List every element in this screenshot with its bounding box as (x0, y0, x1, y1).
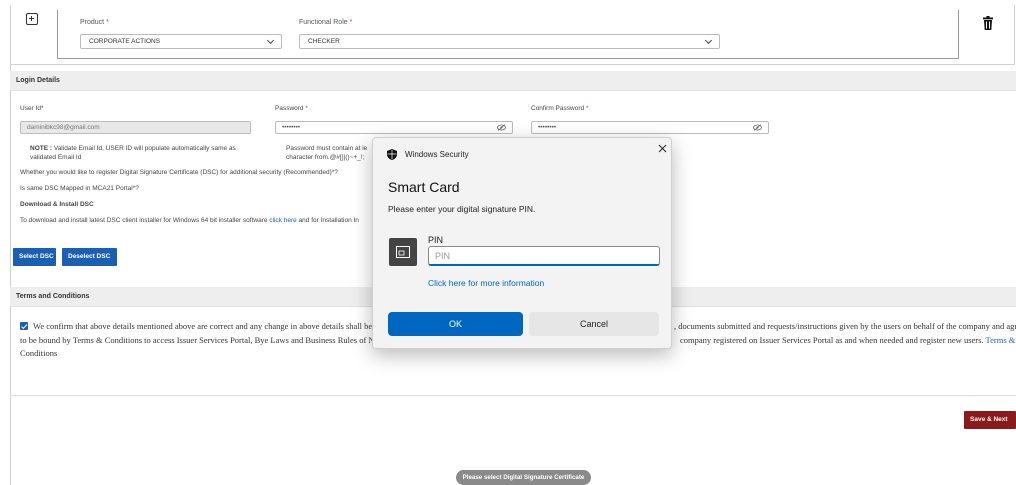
confirm-password-input[interactable]: •••••••• (531, 121, 769, 134)
mca-mapping-question: Is same DSC Mapped in MCA21 Portal*? (20, 185, 139, 192)
pin-label: PIN (428, 235, 444, 245)
pin-input[interactable]: PIN (428, 246, 660, 266)
product-label: Product * (80, 19, 109, 26)
terms-text-line2-left: to be bound by Terms & Conditions to acc… (20, 335, 375, 345)
ok-button[interactable]: OK (388, 312, 523, 336)
download-dsc-text: To download and install latest DSC clien… (20, 217, 359, 224)
terms-checkbox[interactable] (20, 322, 28, 330)
smart-card-icon (389, 238, 417, 266)
dialog-title: Windows Security (405, 150, 469, 159)
user-id-input: daminibkc98@gmail.com (20, 121, 251, 134)
dsc-required-toast: Please select Digital Signature Certific… (456, 470, 591, 485)
trash-icon[interactable] (983, 16, 993, 30)
deselect-dsc-button[interactable]: Deselect DSC (62, 248, 117, 266)
terms-text-line1-left: We confirm that above details mentioned … (33, 321, 377, 331)
user-id-label: User Id* (20, 105, 44, 112)
functional-role-label: Functional Role * (299, 19, 353, 26)
chevron-down-icon (266, 36, 275, 45)
download-dsc-heading: Download & Install DSC (20, 201, 94, 208)
dsc-register-question: Whether you would like to register Digit… (20, 169, 338, 176)
divider (10, 395, 1016, 396)
product-select[interactable]: CORPORATE ACTIONS (80, 34, 282, 49)
eye-slash-icon[interactable] (497, 124, 506, 131)
save-next-button[interactable]: Save & Next (964, 411, 1016, 429)
conditions-link[interactable]: Conditions (20, 348, 57, 358)
password-input[interactable]: •••••••• (275, 121, 513, 134)
eye-slash-icon[interactable] (753, 124, 762, 131)
login-details-header: Login Details (10, 71, 1016, 91)
terms-text-line2-right: company registered on Issuer Services Po… (680, 335, 1016, 345)
password-label: Password * (275, 105, 308, 112)
more-info-link[interactable]: Click here for more information (428, 278, 544, 288)
password-rule: Password must contain at le (286, 145, 368, 152)
page-left-border (10, 65, 11, 485)
terms-link[interactable]: Terms & (986, 335, 1016, 345)
password-rule-line2: character from.@#[]|()~+_!; (286, 154, 365, 161)
cancel-button[interactable]: Cancel (529, 312, 659, 336)
functional-role-select[interactable]: CHECKER (299, 34, 720, 49)
download-click-here-link[interactable]: click here (269, 217, 296, 224)
close-icon[interactable] (657, 143, 669, 155)
email-note: NOTE : Validate Email Id, USER ID will p… (30, 145, 236, 152)
add-row-icon[interactable] (26, 13, 38, 25)
select-dsc-button[interactable]: Select DSC (13, 248, 56, 266)
dialog-heading: Smart Card (388, 179, 460, 195)
chevron-down-icon (704, 36, 713, 45)
windows-security-dialog: Windows Security Smart Card Please enter… (372, 137, 672, 349)
terms-text-line1-right: , documents submitted and requests/instr… (674, 321, 1016, 331)
shield-icon (387, 149, 397, 160)
dialog-subtitle: Please enter your digital signature PIN. (388, 204, 536, 214)
confirm-password-label: Confirm Password * (531, 105, 589, 112)
email-note-line2: validated Email Id (30, 154, 82, 161)
